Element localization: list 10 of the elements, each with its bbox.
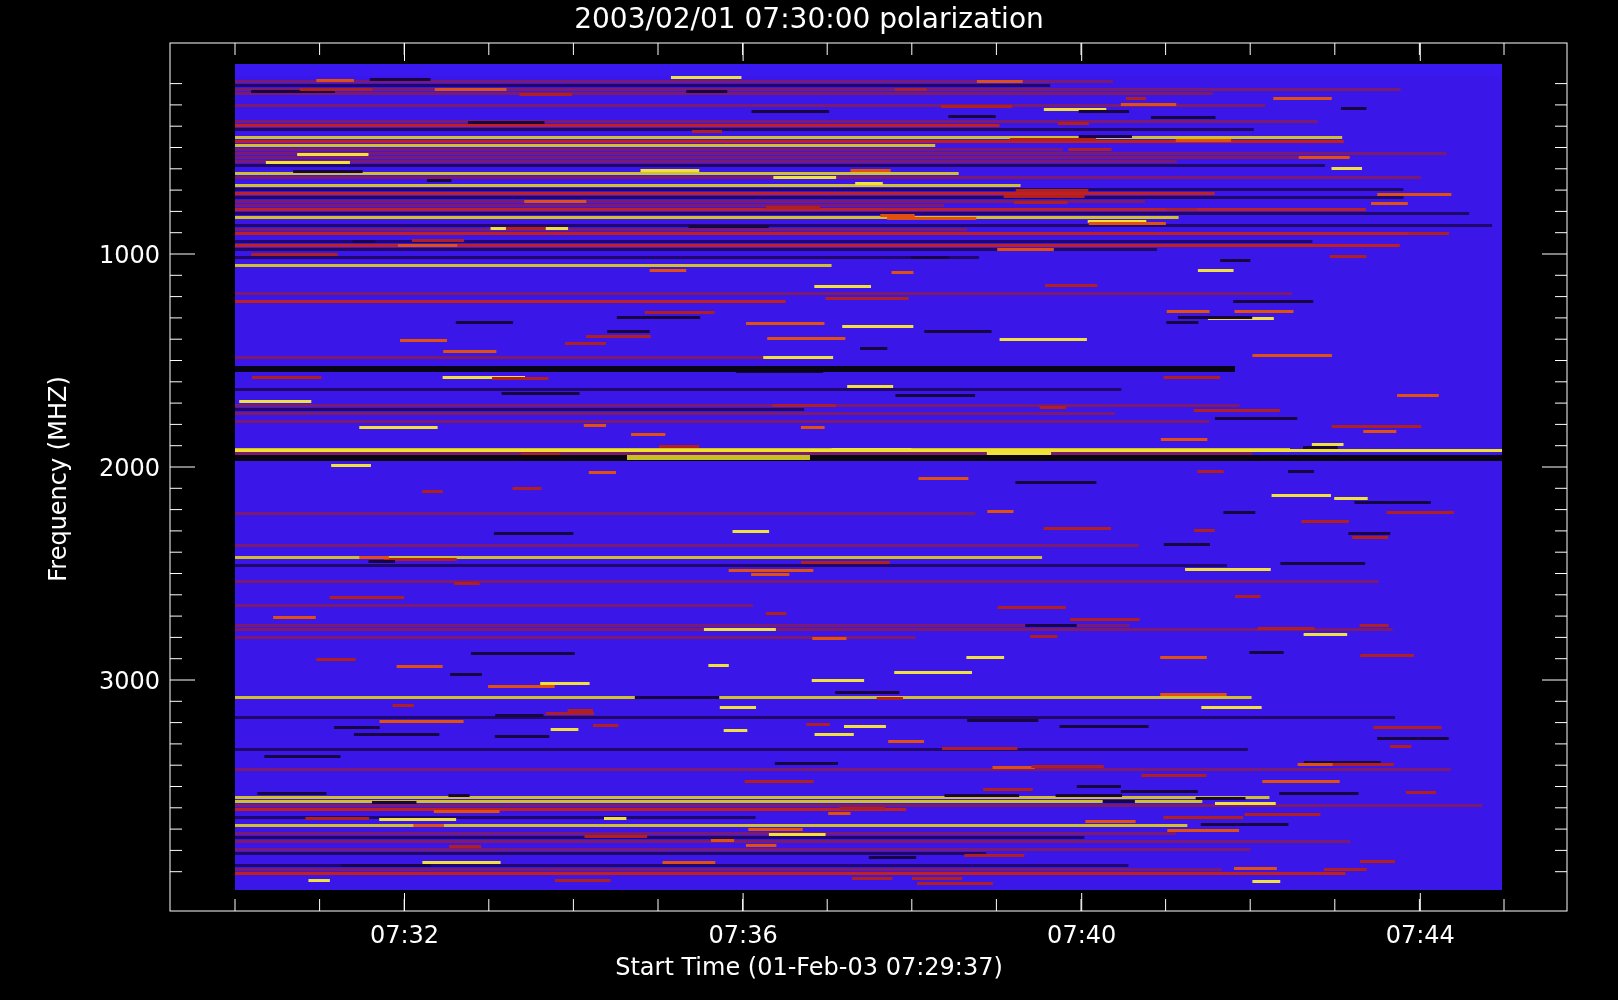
tick-label: 07:36 [708,921,778,949]
tick-label: 1000 [98,241,160,269]
tick-label: 07:32 [369,921,440,949]
tick-label: 2000 [98,454,160,482]
axis-title: Start Time (01-Feb-03 07:29:37) [615,953,1003,981]
tick-label: 07:40 [1047,921,1117,949]
tick-label: 07:44 [1385,921,1455,949]
axis-title: Frequency (MHZ) [44,376,72,582]
chart-title: 2003/02/01 07:30:00 polarization [574,2,1044,35]
tick-label: 3000 [98,667,160,695]
